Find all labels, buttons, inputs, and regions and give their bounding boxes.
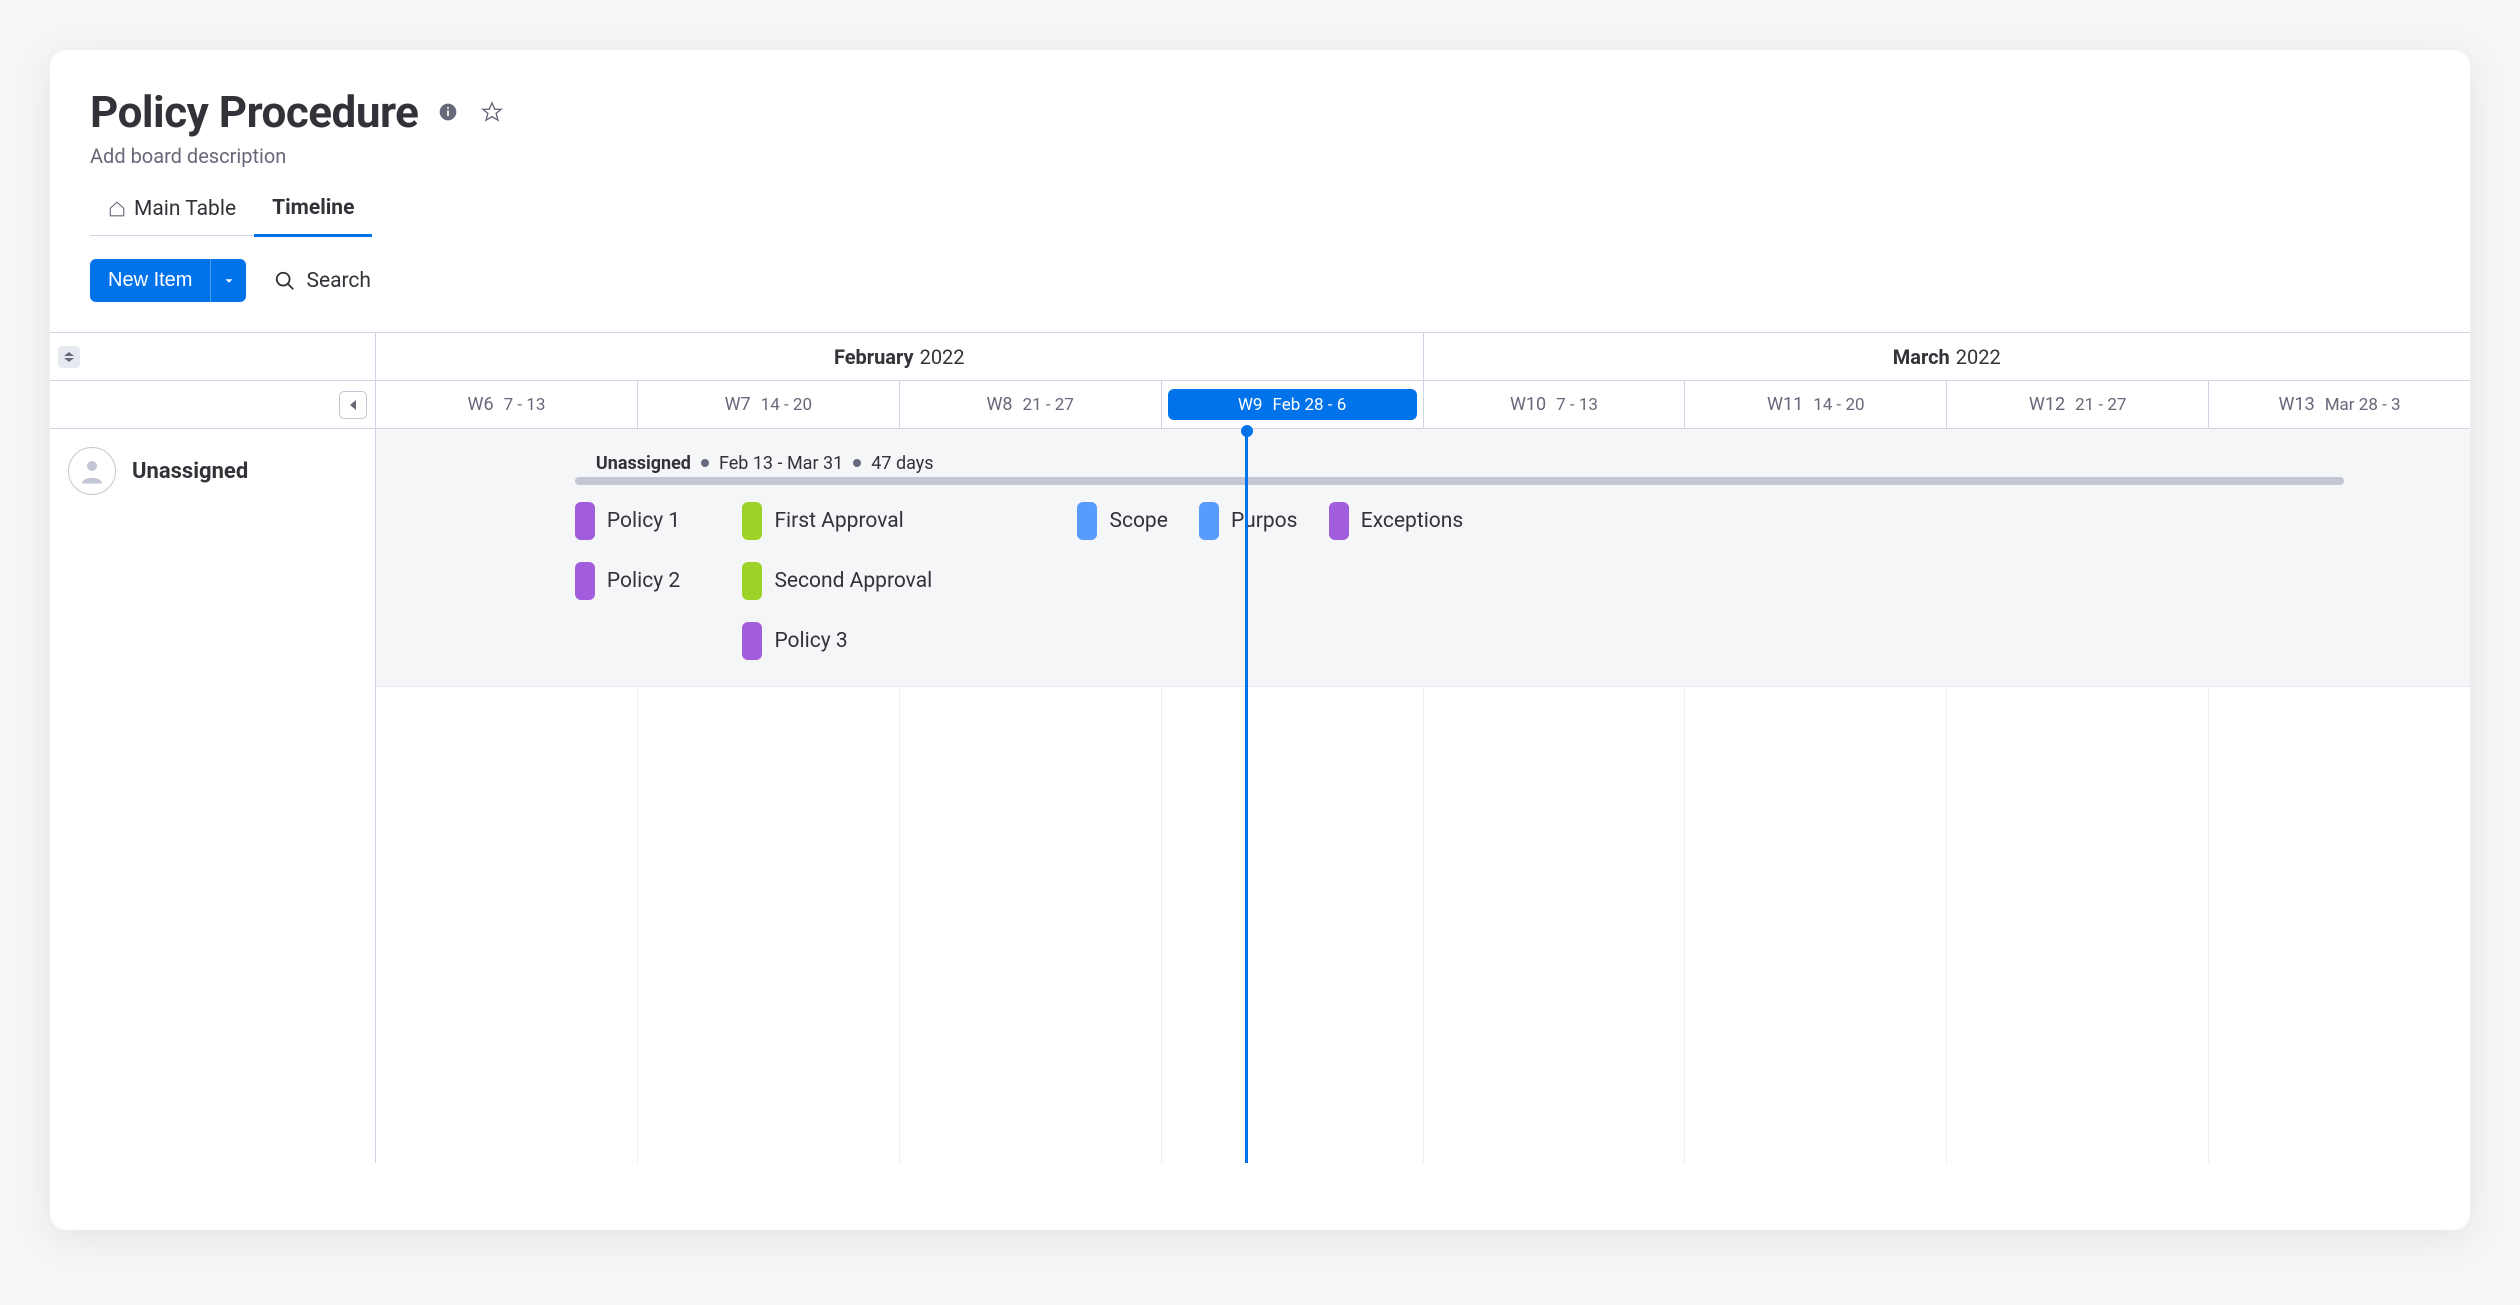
new-item-group: New Item — [90, 259, 246, 302]
star-icon[interactable] — [478, 98, 506, 126]
search-button[interactable]: Search — [274, 269, 371, 293]
timeline: Unassigned February2022 March2022 W67 - … — [50, 332, 2470, 1163]
group-row-unassigned[interactable]: Unassigned — [50, 429, 375, 495]
group-name: Unassigned — [132, 459, 248, 484]
collapse-all-button[interactable] — [58, 346, 80, 368]
person-icon — [77, 456, 107, 486]
home-icon — [108, 200, 126, 218]
week-w7[interactable]: W714 - 20 — [637, 381, 899, 428]
timeline-right-pane[interactable]: February2022 March2022 W67 - 13W714 - 20… — [376, 333, 2470, 1163]
week-w11[interactable]: W1114 - 20 — [1684, 381, 1946, 428]
group-summary-bar[interactable] — [575, 477, 2344, 485]
task-scope[interactable]: Scope — [1077, 501, 1167, 541]
week-w6[interactable]: W67 - 13 — [376, 381, 637, 428]
tab-main-table[interactable]: Main Table — [90, 187, 254, 236]
week-w8[interactable]: W821 - 27 — [899, 381, 1161, 428]
month-february: February2022 — [376, 333, 1423, 380]
week-w9[interactable]: W9Feb 28 - 6 — [1161, 381, 1423, 428]
chevron-down-icon — [222, 274, 236, 288]
week-w13[interactable]: W13Mar 28 - 3 — [2208, 381, 2470, 428]
chevron-left-icon — [348, 399, 358, 411]
timeline-prev-button[interactable] — [339, 391, 367, 419]
task-policy-2[interactable]: Policy 2 — [575, 561, 680, 601]
today-dot — [1241, 425, 1253, 437]
task-policy-3[interactable]: Policy 3 — [742, 621, 847, 661]
task-purpose[interactable]: Purpos — [1199, 501, 1298, 541]
today-indicator — [1245, 429, 1248, 1163]
board-description[interactable]: Add board description — [90, 144, 2430, 168]
timeline-left-pane: Unassigned — [50, 333, 376, 1163]
task-first-approval[interactable]: First Approval — [742, 501, 903, 541]
info-icon[interactable] — [434, 98, 462, 126]
week-w12[interactable]: W1221 - 27 — [1946, 381, 2208, 428]
new-item-button[interactable]: New Item — [90, 259, 210, 302]
tab-timeline[interactable]: Timeline — [254, 186, 372, 237]
month-march: March2022 — [1423, 333, 2471, 380]
group-summary: Unassigned Feb 13 - Mar 31 47 days — [596, 449, 934, 477]
avatar-unassigned — [68, 447, 116, 495]
new-item-dropdown[interactable] — [210, 259, 246, 302]
week-w10[interactable]: W107 - 13 — [1423, 381, 1685, 428]
task-exceptions[interactable]: Exceptions — [1329, 501, 1463, 541]
board-title[interactable]: Policy Procedure — [90, 86, 418, 138]
chevron-down-icon — [63, 357, 75, 363]
task-policy-1[interactable]: Policy 1 — [575, 501, 680, 541]
board-card: Policy Procedure Add board description M… — [50, 50, 2470, 1230]
task-second-approval[interactable]: Second Approval — [742, 561, 932, 601]
search-icon — [274, 270, 296, 292]
